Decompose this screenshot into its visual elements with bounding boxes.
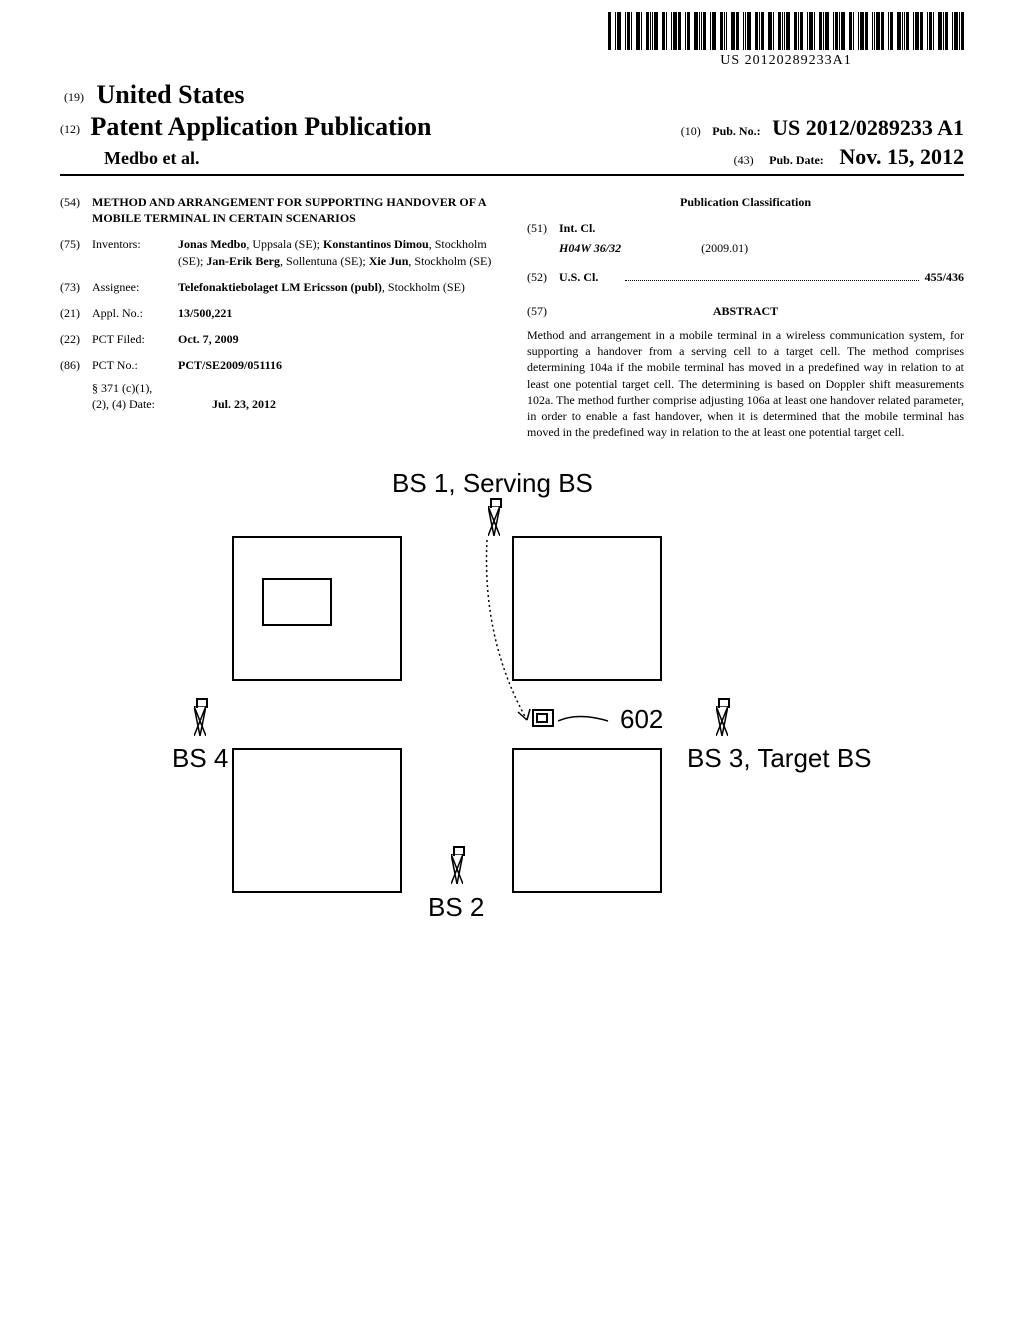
barcode-region: US 20120289233A1 xyxy=(608,12,964,69)
inid-pubno: (10) xyxy=(681,124,701,138)
pctfiled-value: Oct. 7, 2009 xyxy=(178,331,497,347)
inid-inventors: (75) xyxy=(60,236,92,268)
pubno-label: Pub. No.: xyxy=(712,124,760,138)
applno-label: Appl. No.: xyxy=(92,305,178,321)
pctno-label: PCT No.: xyxy=(92,357,178,373)
pub-date-block: (43) Pub. Date: Nov. 15, 2012 xyxy=(734,144,964,170)
inid-pubkind: (12) xyxy=(60,122,80,136)
uscl-value: 455/436 xyxy=(925,269,964,285)
intcl-label: Int. Cl. xyxy=(559,220,619,236)
publication-kind: (12) Patent Application Publication xyxy=(60,112,431,142)
patent-header: (19) United States (12) Patent Applicati… xyxy=(60,80,964,176)
s371-value: Jul. 23, 2012 xyxy=(212,396,276,412)
pubdate-label: Pub. Date: xyxy=(769,153,824,167)
country-line: (19) United States xyxy=(64,80,964,110)
s371-label1: § 371 (c)(1), xyxy=(92,380,178,396)
pub-no-block: (10) Pub. No.: US 2012/0289233 A1 xyxy=(681,115,964,141)
fig-label-bs4: BS 4 xyxy=(172,743,228,774)
pubno-value: US 2012/0289233 A1 xyxy=(772,115,964,140)
antenna-icon-bs3 xyxy=(712,698,732,740)
inid-assignee: (73) xyxy=(60,279,92,295)
intcl-edition: (2009.01) xyxy=(701,240,748,256)
inid-applno: (21) xyxy=(60,305,92,321)
inid-intcl: (51) xyxy=(527,220,559,236)
abstract-heading: ABSTRACT xyxy=(527,303,964,319)
assignee-value: Telefonaktiebolaget LM Ericsson (publ), … xyxy=(178,279,497,295)
building-box xyxy=(232,748,402,893)
inid-country: (19) xyxy=(64,90,84,104)
uscl-label: U.S. Cl. xyxy=(559,269,619,285)
inid-title: (54) xyxy=(60,194,92,226)
pctfiled-label: PCT Filed: xyxy=(92,331,178,347)
bibliographic-data: (54) METHOD AND ARRANGEMENT FOR SUPPORTI… xyxy=(60,194,964,440)
pctno-value: PCT/SE2009/051116 xyxy=(178,357,497,373)
invention-title: METHOD AND ARRANGEMENT FOR SUPPORTING HA… xyxy=(92,194,497,226)
country-name: United States xyxy=(97,80,245,109)
abstract-body: Method and arrangement in a mobile termi… xyxy=(527,327,964,440)
left-column: (54) METHOD AND ARRANGEMENT FOR SUPPORTI… xyxy=(60,194,497,440)
antenna-icon-bs1 xyxy=(484,498,504,540)
inid-pctfiled: (22) xyxy=(60,331,92,347)
building-window xyxy=(262,578,332,626)
pubdate-value: Nov. 15, 2012 xyxy=(839,144,964,169)
fig-label-bs3: BS 3, Target BS xyxy=(687,743,872,774)
s371-label2: (2), (4) Date: xyxy=(92,396,178,412)
pubkind-text: Patent Application Publication xyxy=(91,112,432,141)
building-box xyxy=(512,748,662,893)
antenna-icon-bs2 xyxy=(447,846,467,888)
inventors-label: Inventors: xyxy=(92,236,178,268)
assignee-label: Assignee: xyxy=(92,279,178,295)
authors-line: Medbo et al. xyxy=(104,148,199,169)
trajectory-arrow xyxy=(432,540,552,740)
patent-figure: BS 1, Serving BS BS 4 BS 3, Target BS 60… xyxy=(132,468,892,948)
barcode-text: US 20120289233A1 xyxy=(608,53,964,69)
right-column: Publication Classification (51) Int. Cl.… xyxy=(527,194,964,440)
classification-heading: Publication Classification xyxy=(527,194,964,210)
applno-value: 13/500,221 xyxy=(178,305,497,321)
fig-label-bs2: BS 2 xyxy=(428,892,484,923)
reference-numeral-602: 602 xyxy=(620,704,663,735)
inventors-value: Jonas Medbo, Uppsala (SE); Konstantinos … xyxy=(178,236,497,268)
fig-label-bs1: BS 1, Serving BS xyxy=(392,468,593,499)
leader-line xyxy=(558,714,618,728)
inid-pubdate: (43) xyxy=(734,153,754,167)
intcl-code: H04W 36/32 xyxy=(559,240,621,256)
inid-pctno: (86) xyxy=(60,357,92,373)
antenna-icon-bs4 xyxy=(190,698,210,740)
barcode-graphic xyxy=(608,12,964,50)
inid-uscl: (52) xyxy=(527,269,559,285)
leader-dots xyxy=(625,280,919,281)
